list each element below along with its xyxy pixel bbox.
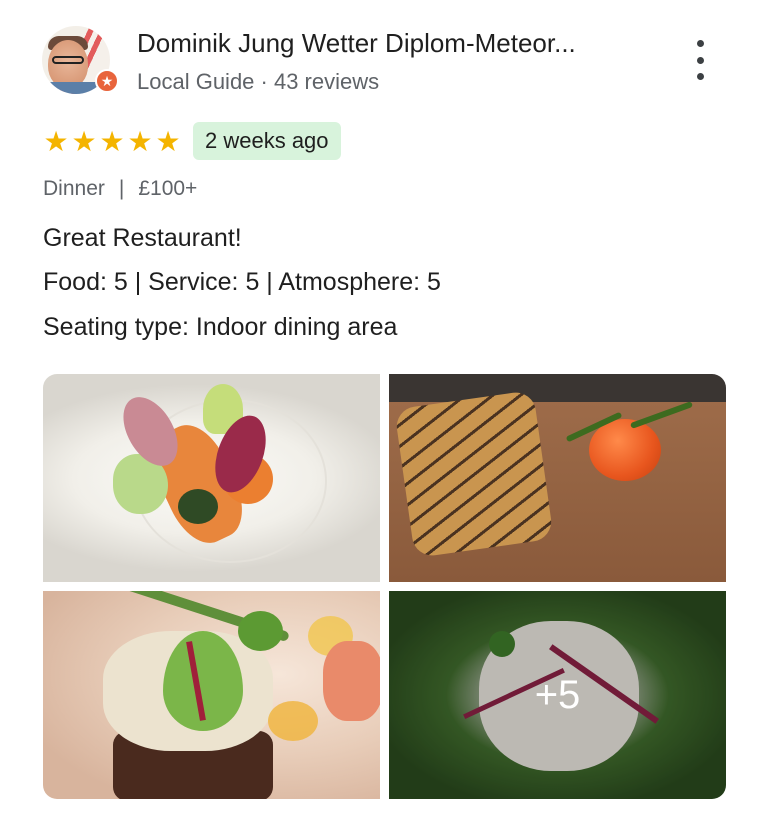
star-icon: ★ bbox=[127, 126, 153, 157]
review-photo-1[interactable] bbox=[43, 374, 380, 582]
avatar-glasses bbox=[52, 56, 84, 64]
seating-info: Seating type: Indoor dining area bbox=[43, 313, 397, 342]
atmosphere-value: : 5 bbox=[413, 268, 441, 296]
star-rating: ★ ★ ★ ★ ★ bbox=[42, 126, 182, 158]
service-value: : 5 | bbox=[231, 268, 279, 296]
visit-separator: | bbox=[118, 177, 125, 200]
menu-dot bbox=[696, 56, 704, 64]
atmosphere-label: Atmosphere bbox=[278, 268, 414, 296]
menu-dot bbox=[696, 40, 704, 47]
seating-label: Seating type bbox=[43, 313, 182, 341]
review-time-chip: 2 weeks ago bbox=[193, 122, 341, 160]
food-label: Food bbox=[43, 268, 100, 296]
review-photo-3[interactable] bbox=[43, 591, 380, 799]
review-photo-2[interactable] bbox=[389, 374, 726, 582]
seating-value: : Indoor dining area bbox=[182, 313, 398, 341]
author-meta: Local Guide · 43 reviews bbox=[137, 69, 380, 94]
author-name[interactable]: Dominik Jung Wetter Diplom-Meteor... bbox=[137, 28, 576, 59]
more-vertical-icon[interactable] bbox=[688, 40, 712, 80]
ratings-breakdown: Food: 5 | Service: 5 | Atmosphere: 5 bbox=[43, 268, 441, 297]
local-guide-star-icon: ★ bbox=[95, 69, 119, 93]
service-label: Service bbox=[148, 268, 232, 296]
star-icon: ★ bbox=[99, 126, 125, 157]
avatar-face bbox=[48, 40, 88, 88]
avatar-shirt bbox=[42, 82, 102, 94]
review-photo-4[interactable]: +5 bbox=[389, 591, 726, 799]
star-icon: ★ bbox=[155, 126, 181, 157]
star-icon: ★ bbox=[43, 126, 69, 157]
menu-dot bbox=[696, 73, 704, 80]
star-icon: ★ bbox=[71, 126, 97, 157]
visit-info: Dinner | £100+ bbox=[43, 177, 197, 201]
food-value: : 5 | bbox=[99, 268, 149, 296]
more-photos-overlay[interactable]: +5 bbox=[389, 591, 726, 799]
review-text: Great Restaurant! bbox=[43, 224, 242, 252]
visit-price: £100+ bbox=[138, 177, 198, 200]
visit-meal: Dinner bbox=[43, 177, 105, 200]
